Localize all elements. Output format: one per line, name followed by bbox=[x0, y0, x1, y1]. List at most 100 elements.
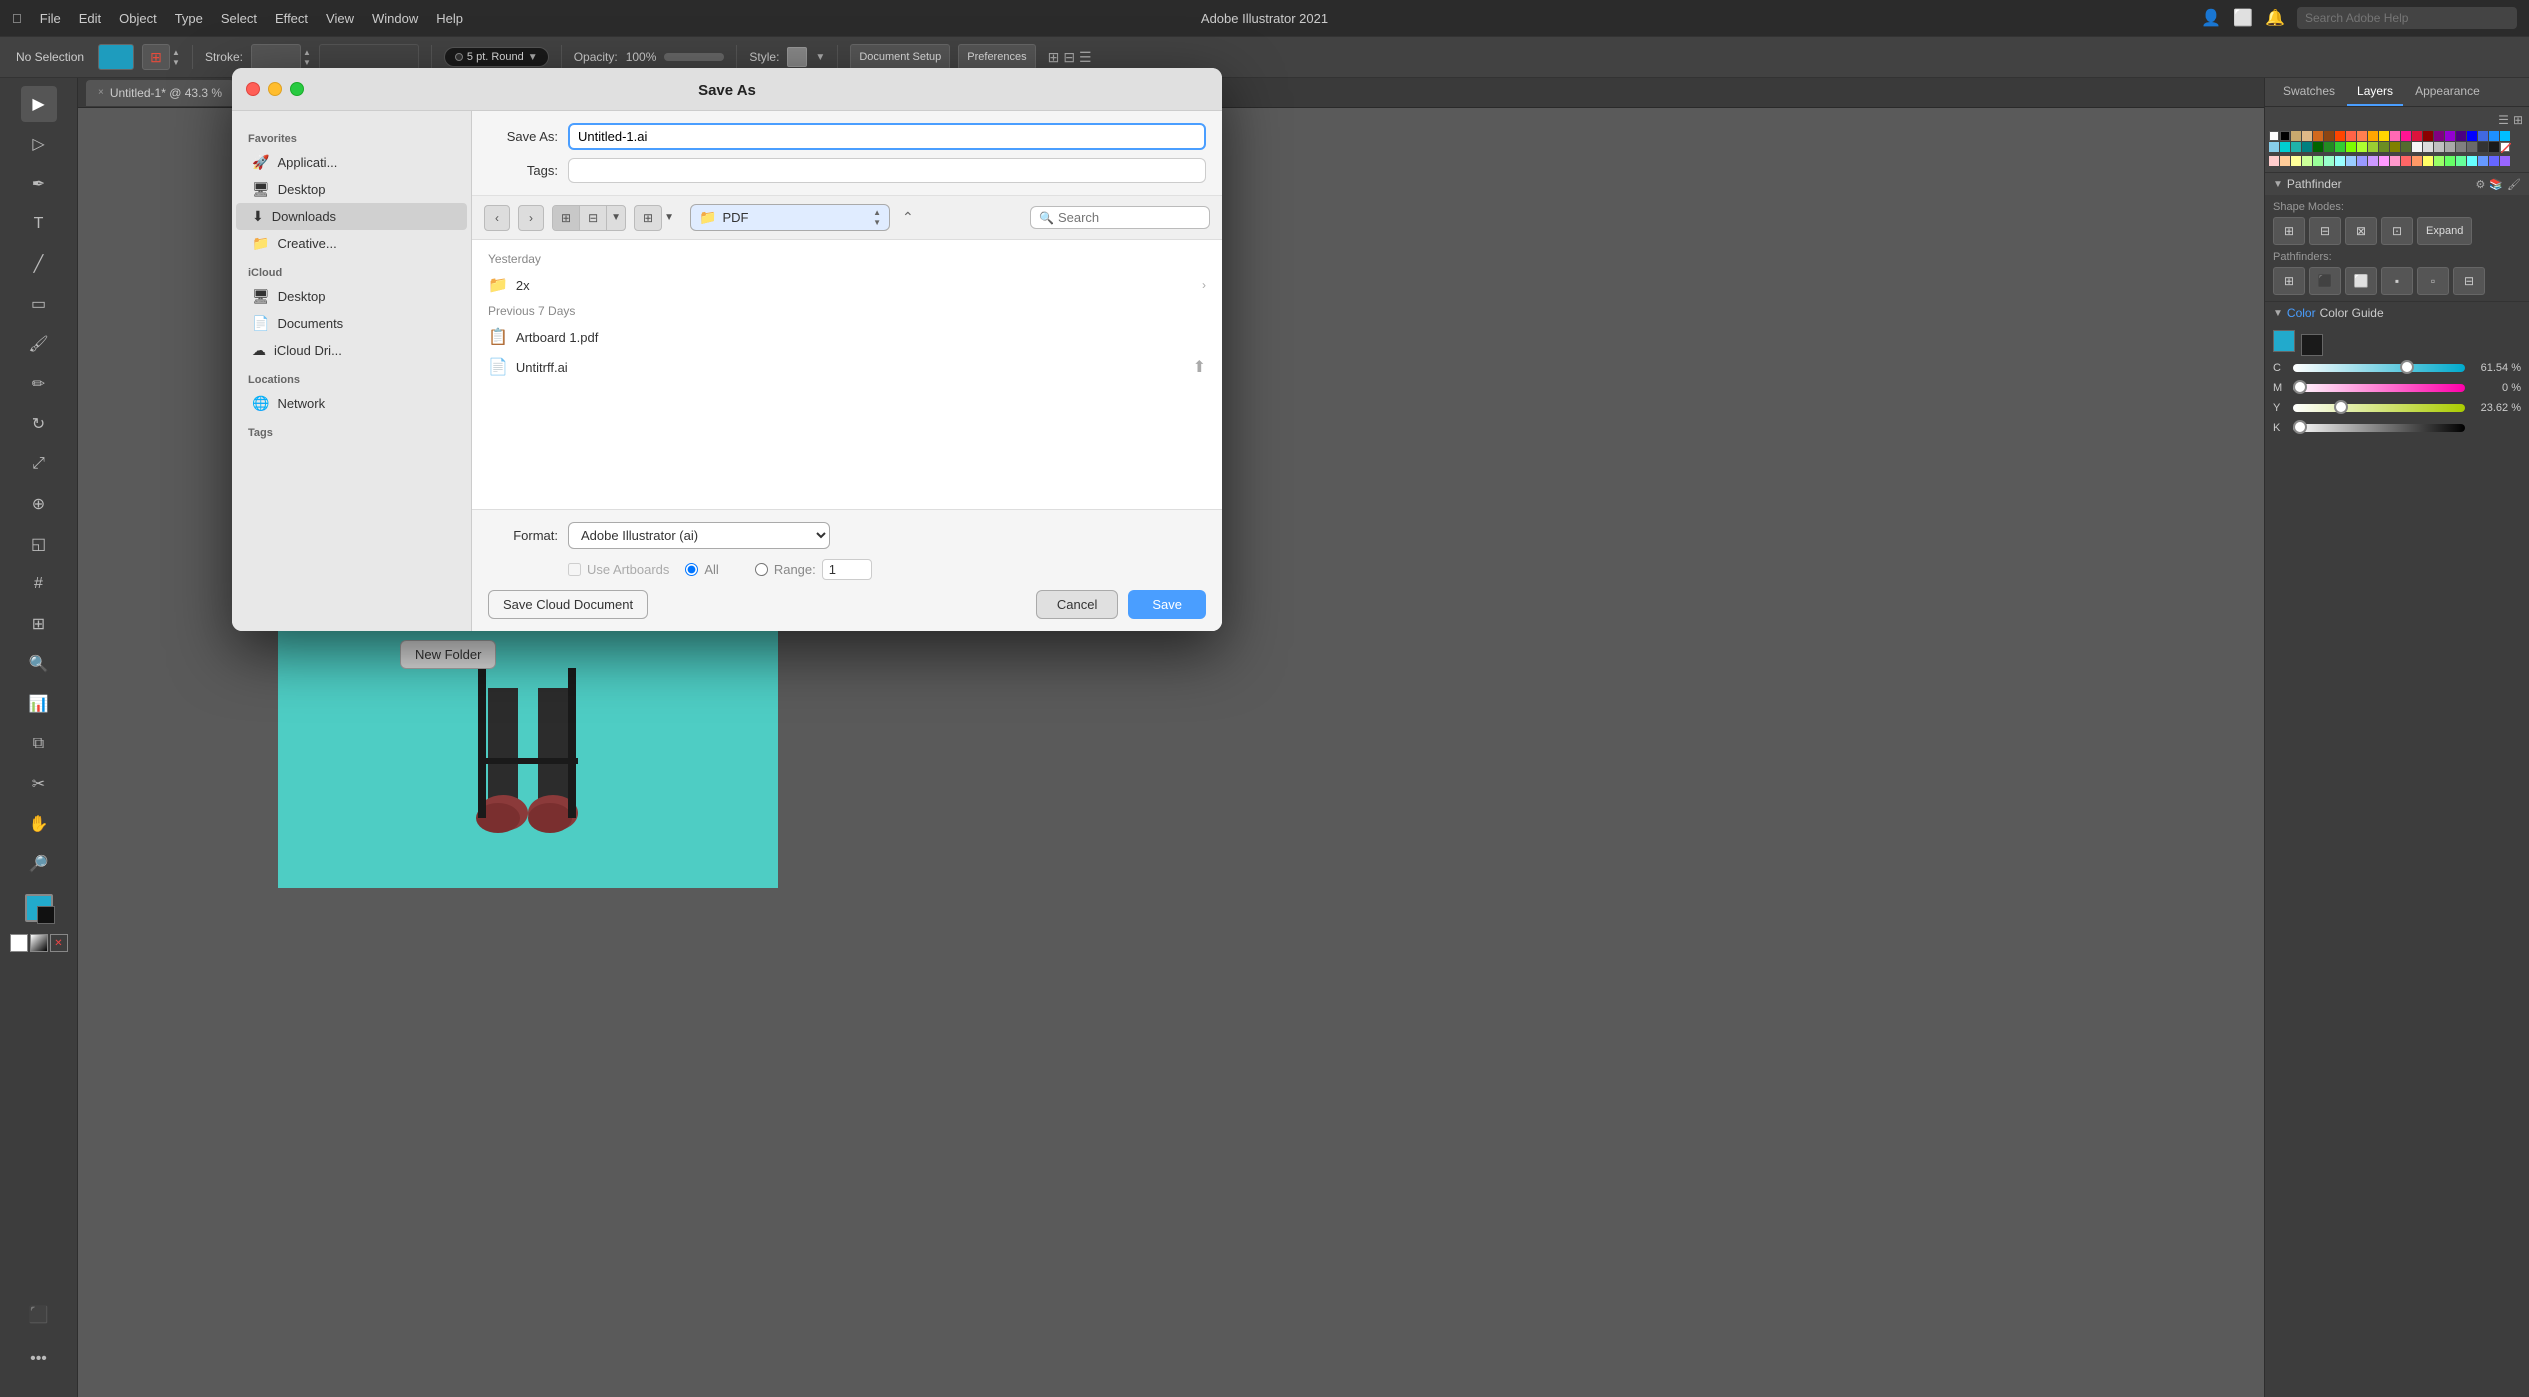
sidebar-documents-label: Documents bbox=[277, 316, 343, 331]
file-name-2x: 2x bbox=[516, 278, 1194, 293]
tags-label: Tags: bbox=[488, 163, 558, 178]
column-view-btn[interactable]: ⊞ bbox=[553, 206, 580, 230]
save-button[interactable]: Save bbox=[1128, 590, 1206, 619]
list-view-btn[interactable]: ⊞ bbox=[634, 205, 662, 231]
dialog-main: Save As: Tags: ‹ › ⊞ ⊟ ▼ bbox=[472, 111, 1222, 631]
save-as-row: Save As: bbox=[488, 123, 1206, 150]
location-down-icon: ▼ bbox=[873, 218, 881, 227]
applications-icon: 🚀 bbox=[252, 154, 269, 171]
prev7days-label: Previous 7 Days bbox=[472, 300, 1222, 322]
sidebar-downloads-label: Downloads bbox=[272, 209, 336, 224]
sidebar-applications-label: Applicati... bbox=[277, 155, 337, 170]
artboards-row: Use Artboards All Range: bbox=[488, 559, 1206, 580]
save-as-dialog: Save As Favorites 🚀 Applicati... 🖥 Deskt… bbox=[232, 68, 1222, 631]
pdf-icon: 📋 bbox=[488, 327, 508, 347]
sidebar-item-applications[interactable]: 🚀 Applicati... bbox=[236, 149, 467, 176]
close-window-btn[interactable] bbox=[246, 82, 260, 96]
file-name-untitrff: Untitrff.ai bbox=[516, 360, 1185, 375]
filename-input[interactable] bbox=[568, 123, 1206, 150]
icloud-drive-icon: ☁ bbox=[252, 342, 266, 359]
sidebar-item-network[interactable]: 🌐 Network bbox=[236, 390, 467, 417]
tags-section-label: Tags bbox=[232, 423, 471, 443]
file-item-artboard[interactable]: 📋 Artboard 1.pdf bbox=[472, 322, 1222, 352]
file-name-artboard: Artboard 1.pdf bbox=[516, 330, 1206, 345]
dialog-overlay: Save As Favorites 🚀 Applicati... 🖥 Deskt… bbox=[0, 0, 2529, 1397]
file-arrow-2x: › bbox=[1202, 278, 1206, 292]
location-up-icon: ▲ bbox=[873, 208, 881, 217]
dialog-bottom: Format: Adobe Illustrator (ai) PDF EPS S… bbox=[472, 509, 1222, 631]
sidebar-item-documents[interactable]: 📄 Documents bbox=[236, 310, 467, 337]
traffic-lights bbox=[246, 82, 304, 96]
range-input[interactable] bbox=[822, 559, 872, 580]
tags-input[interactable] bbox=[568, 158, 1206, 183]
view-dropdown-btn[interactable]: ▼ bbox=[664, 212, 674, 223]
icloud-desktop-icon: 🖥 bbox=[252, 288, 270, 305]
maximize-window-btn[interactable] bbox=[290, 82, 304, 96]
creative-icon: 📁 bbox=[252, 235, 269, 252]
new-folder-area: New Folder bbox=[400, 640, 496, 669]
all-radio[interactable] bbox=[685, 563, 698, 576]
format-select[interactable]: Adobe Illustrator (ai) PDF EPS SVG bbox=[569, 523, 829, 548]
sidebar-item-icloud-desktop[interactable]: 🖥 Desktop bbox=[236, 283, 467, 310]
minimize-window-btn[interactable] bbox=[268, 82, 282, 96]
all-radio-group: All bbox=[685, 562, 718, 577]
location-folder-icon: 📁 bbox=[699, 209, 716, 226]
icon-view-btn[interactable]: ⊟ bbox=[580, 206, 607, 230]
sidebar-item-downloads[interactable]: ⬇ Downloads bbox=[236, 203, 467, 230]
browser-search-input[interactable] bbox=[1058, 210, 1198, 225]
sidebar-network-label: Network bbox=[277, 396, 325, 411]
use-artboards-label: Use Artboards bbox=[587, 562, 669, 577]
ai-icon: 📄 bbox=[488, 357, 508, 377]
yesterday-label: Yesterday bbox=[472, 248, 1222, 270]
desktop-icon: 🖥 bbox=[252, 181, 270, 198]
folder-icon-2x: 📁 bbox=[488, 275, 508, 295]
range-label: Range: bbox=[774, 562, 816, 577]
locations-section-label: Locations bbox=[232, 370, 471, 390]
back-button[interactable]: ‹ bbox=[484, 205, 510, 231]
browser-toolbar: ‹ › ⊞ ⊟ ▼ ⊞ ▼ 📁 PDF ▲ bbox=[472, 196, 1222, 240]
all-label: All bbox=[704, 562, 718, 577]
sidebar-item-desktop[interactable]: 🖥 Desktop bbox=[236, 176, 467, 203]
sidebar-icloud-desktop-label: Desktop bbox=[278, 289, 326, 304]
sidebar-desktop-label: Desktop bbox=[278, 182, 326, 197]
dialog-titlebar: Save As bbox=[232, 68, 1222, 111]
location-selector[interactable]: 📁 PDF ▲ ▼ bbox=[690, 204, 890, 231]
save-cloud-button[interactable]: Save Cloud Document bbox=[488, 590, 648, 619]
view-toggle: ⊞ ⊟ ▼ bbox=[552, 205, 626, 231]
dialog-sidebar: Favorites 🚀 Applicati... 🖥 Desktop ⬇ Dow… bbox=[232, 111, 472, 631]
dialog-actions: Save Cloud Document Cancel Save bbox=[488, 590, 1206, 619]
new-folder-button[interactable]: New Folder bbox=[400, 640, 496, 669]
forward-button[interactable]: › bbox=[518, 205, 544, 231]
file-list: Yesterday 📁 2x › Previous 7 Days 📋 Artbo… bbox=[472, 240, 1222, 509]
documents-icon: 📄 bbox=[252, 315, 269, 332]
icloud-section-label: iCloud bbox=[232, 263, 471, 283]
location-expand-icon[interactable]: ⌃ bbox=[902, 209, 914, 226]
save-as-label: Save As: bbox=[488, 129, 558, 144]
dialog-title: Save As bbox=[698, 82, 756, 99]
dialog-body: Favorites 🚀 Applicati... 🖥 Desktop ⬇ Dow… bbox=[232, 111, 1222, 631]
sidebar-item-creative[interactable]: 📁 Creative... bbox=[236, 230, 467, 257]
format-select-wrapper[interactable]: Adobe Illustrator (ai) PDF EPS SVG bbox=[568, 522, 830, 549]
format-label: Format: bbox=[488, 528, 558, 543]
file-item-untitrff[interactable]: 📄 Untitrff.ai ⬆ bbox=[472, 352, 1222, 382]
favorites-section-label: Favorites bbox=[232, 129, 471, 149]
use-artboards-checkbox[interactable] bbox=[568, 563, 581, 576]
dialog-action-buttons: Cancel Save bbox=[1036, 590, 1206, 619]
cancel-button[interactable]: Cancel bbox=[1036, 590, 1118, 619]
tags-row: Tags: bbox=[488, 158, 1206, 183]
range-row: Range: bbox=[755, 559, 872, 580]
use-artboards-radio-group: Use Artboards bbox=[568, 562, 669, 577]
sidebar-creative-label: Creative... bbox=[277, 236, 336, 251]
range-radio[interactable] bbox=[755, 563, 768, 576]
location-name: PDF bbox=[722, 210, 867, 225]
dialog-top-bar: Save As: Tags: bbox=[472, 111, 1222, 196]
sidebar-item-icloud-drive[interactable]: ☁ iCloud Dri... bbox=[236, 337, 467, 364]
grid-view-btn-wrapper: ⊞ ▼ bbox=[634, 205, 674, 231]
cloud-upload-icon[interactable]: ⬆ bbox=[1193, 357, 1206, 377]
location-stepper[interactable]: ▲ ▼ bbox=[873, 208, 881, 227]
search-icon: 🔍 bbox=[1039, 211, 1054, 225]
sidebar-icloud-drive-label: iCloud Dri... bbox=[274, 343, 342, 358]
format-row: Format: Adobe Illustrator (ai) PDF EPS S… bbox=[488, 522, 1206, 549]
downloads-icon: ⬇ bbox=[252, 208, 264, 225]
file-item-2x[interactable]: 📁 2x › bbox=[472, 270, 1222, 300]
